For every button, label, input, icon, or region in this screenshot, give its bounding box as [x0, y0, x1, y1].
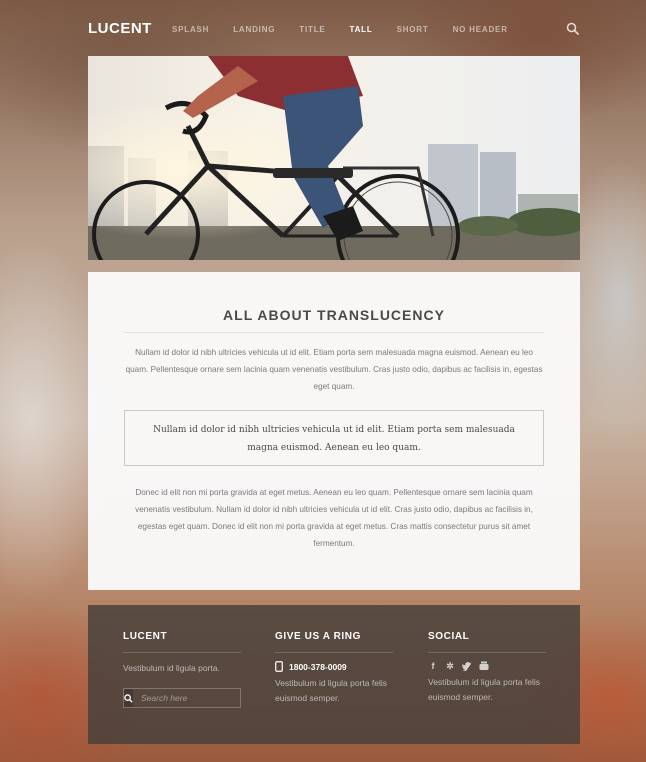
nav-item-short[interactable]: SHORT	[397, 25, 429, 34]
body-paragraph: Donec id elit non mi porta gravida at eg…	[135, 488, 533, 548]
content-card: ALL ABOUT TRANSLUCENCY Nullam id dolor i…	[88, 272, 580, 590]
footer-col-lucent: LUCENT Vestibulum id ligula porta.	[123, 631, 253, 708]
social-icons: f ✲	[428, 661, 546, 671]
page-title: ALL ABOUT TRANSLUCENCY	[223, 307, 445, 323]
brand-logo[interactable]: LUCENT	[88, 20, 152, 37]
footer-search-box	[123, 688, 253, 708]
footer-search-input[interactable]	[133, 693, 253, 703]
footer-divider	[275, 652, 393, 653]
youtube-icon[interactable]	[479, 661, 489, 671]
title-divider	[124, 332, 544, 333]
phone-row: 1800-378-0009	[275, 661, 393, 672]
nav-item-landing[interactable]: LANDING	[233, 25, 275, 34]
top-nav: LUCENT SPLASH LANDING TITLE TALL SHORT N…	[88, 0, 580, 58]
pull-quote: Nullam id dolor id nibh ultricies vehicu…	[124, 410, 544, 466]
footer-divider	[428, 652, 546, 653]
nav-item-title[interactable]: TITLE	[299, 25, 325, 34]
footer-search-button[interactable]	[124, 689, 133, 707]
footer-heading-ring: GIVE US A RING	[275, 631, 362, 642]
nav-item-splash[interactable]: SPLASH	[172, 25, 209, 34]
footer-text-social: Vestibulum id ligula porta felis euismod…	[428, 677, 540, 702]
footer-heading-social: SOCIAL	[428, 631, 470, 642]
footer-text-ring: Vestibulum id ligula porta felis euismod…	[275, 678, 387, 703]
footer-col-social: SOCIAL f ✲ Vestibulum id ligula porta fe…	[428, 631, 546, 705]
nav-item-tall[interactable]: TALL	[350, 25, 373, 34]
search-icon[interactable]	[566, 22, 580, 36]
search-icon	[124, 693, 133, 703]
mobile-phone-icon	[275, 661, 283, 672]
hero-image	[88, 56, 580, 260]
nav-menu: SPLASH LANDING TITLE TALL SHORT NO HEADE…	[172, 25, 532, 34]
intro-paragraph: Nullam id dolor id nibh ultricies vehicu…	[125, 348, 543, 391]
footer-divider	[123, 652, 241, 653]
nav-item-no-header[interactable]: NO HEADER	[453, 25, 508, 34]
twitter-icon[interactable]	[462, 661, 472, 671]
yelp-icon[interactable]: ✲	[445, 661, 455, 671]
facebook-icon[interactable]: f	[428, 661, 438, 671]
footer-col-ring: GIVE US A RING 1800-378-0009 Vestibulum …	[275, 631, 393, 706]
footer-text-lucent: Vestibulum id ligula porta.	[123, 663, 220, 673]
footer: LUCENT Vestibulum id ligula porta. GIVE …	[88, 605, 580, 744]
phone-number[interactable]: 1800-378-0009	[289, 662, 347, 672]
footer-heading-lucent: LUCENT	[123, 631, 168, 642]
